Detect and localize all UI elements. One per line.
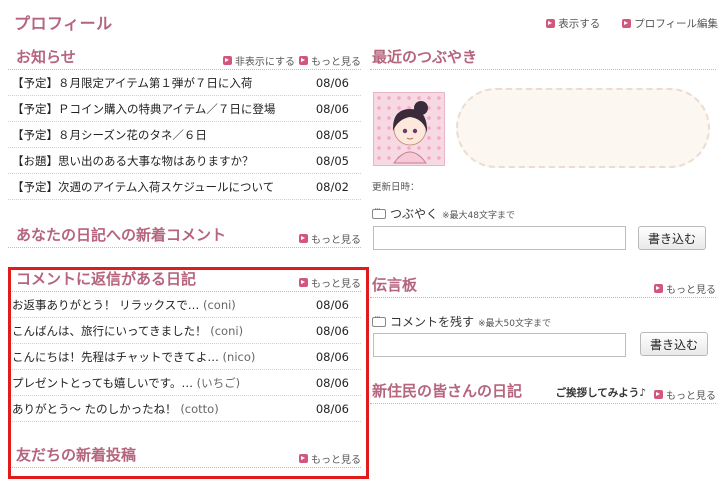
hide-news-link[interactable]: 非表示にする <box>222 53 295 68</box>
tweets-header: 最近のつぶやき <box>370 40 716 70</box>
tweet-label-text: つぶやく <box>390 207 439 221</box>
board-comment-label-text: コメントを残す <box>390 315 475 329</box>
residents-greeting: ご挨拶してみよう♪ <box>555 387 646 399</box>
news-item-date: 08/02 <box>315 179 349 194</box>
diary-comments-links: もっと見る <box>299 231 361 246</box>
tweets-title: 最近のつぶやき <box>372 48 478 66</box>
arrow-right-icon <box>299 56 308 65</box>
news-list: 【予定】８月限定アイテム第１弾が７日に入荷 08/06 【予定】Ｐコイン購入の特典… <box>8 70 361 200</box>
right-column: 最近のつぶやき 更新日時： つぶやく ※最大48文字まで 書き込む 伝言板 もっ… <box>370 40 716 404</box>
news-links: 非表示にする もっと見る <box>222 53 361 68</box>
page-title: プロフィール <box>14 14 113 33</box>
more-news-label: もっと見る <box>311 57 361 68</box>
tweet-bubble <box>456 88 710 168</box>
residents-header: 新住民の皆さんの日記 ご挨拶してみよう♪ もっと見る <box>370 374 716 404</box>
tweet-input[interactable] <box>373 226 626 250</box>
news-item[interactable]: 【予定】Ｐコイン購入の特典アイテム／７日に登場 08/06 <box>8 96 361 122</box>
arrow-right-icon <box>654 284 663 293</box>
news-item-text: 【予定】Ｐコイン購入の特典アイテム／７日に登場 <box>12 101 276 116</box>
speech-bubble-icon <box>372 313 386 327</box>
news-item[interactable]: 【予定】次週のアイテム入荷スケジュールについて 08/02 <box>8 174 361 200</box>
news-item-date: 08/06 <box>315 101 349 116</box>
board-header: 伝言板 もっと見る <box>370 268 716 298</box>
more-diary-comments-link[interactable]: もっと見る <box>299 231 361 246</box>
edit-profile-label: プロフィール編集 <box>634 18 718 30</box>
left-column: お知らせ 非表示にする もっと見る 【予定】８月限定アイテム第１弾が７日に入荷 0… <box>8 40 369 479</box>
highlight-frame <box>8 267 369 479</box>
avatar-character-icon <box>392 101 428 164</box>
news-item-text: 【予定】８月シーズン花のタネ／６日 <box>12 127 207 142</box>
news-item-text: 【お題】思い出のある大事な物はありますか？ <box>12 153 254 168</box>
board-submit-button[interactable]: 書き込む <box>640 332 708 356</box>
arrow-right-icon <box>546 19 556 28</box>
hide-news-label: 非表示にする <box>234 57 295 68</box>
board-comment-input[interactable] <box>373 333 626 357</box>
residents-title: 新住民の皆さんの日記 <box>372 382 523 400</box>
speech-bubble-icon <box>372 205 386 219</box>
residents-links: ご挨拶してみよう♪ もっと見る <box>556 387 716 402</box>
show-profile-link[interactable]: 表示する <box>546 16 600 31</box>
board-title: 伝言板 <box>372 276 418 294</box>
news-item-text: 【予定】次週のアイテム入荷スケジュールについて <box>12 179 275 194</box>
board-limit-note: ※最大50文字まで <box>478 319 552 329</box>
news-item[interactable]: 【予定】８月シーズン花のタネ／６日 08/05 <box>8 122 361 148</box>
news-item-date: 08/05 <box>315 127 349 142</box>
arrow-right-icon <box>654 390 663 399</box>
updated-label: 更新日時： <box>372 182 420 193</box>
news-header: お知らせ 非表示にする もっと見る <box>8 40 361 70</box>
diary-comments-title: あなたの日記への新着コメント <box>16 226 227 244</box>
more-news-link[interactable]: もっと見る <box>299 53 361 68</box>
more-residents-link[interactable]: もっと見る <box>654 387 716 402</box>
more-board-label: もっと見る <box>666 285 716 296</box>
news-item-date: 08/05 <box>315 153 349 168</box>
avatar[interactable] <box>373 92 445 166</box>
arrow-right-icon <box>222 56 232 65</box>
board-comment-label: コメントを残す ※最大50文字まで <box>372 313 551 330</box>
arrow-right-icon <box>299 234 308 243</box>
tweet-submit-button[interactable]: 書き込む <box>638 226 706 250</box>
tweet-limit-note: ※最大48文字まで <box>442 211 516 221</box>
arrow-right-icon <box>622 19 632 28</box>
news-item[interactable]: 【予定】８月限定アイテム第１弾が７日に入荷 08/06 <box>8 70 361 96</box>
more-diary-comments-label: もっと見る <box>311 235 361 246</box>
more-board-link[interactable]: もっと見る <box>654 281 716 296</box>
edit-profile-link[interactable]: プロフィール編集 <box>622 16 718 31</box>
news-item-date: 08/06 <box>315 75 349 90</box>
profile-links: 表示する プロフィール編集 <box>546 16 718 31</box>
board-links: もっと見る <box>654 281 716 296</box>
diary-comments-header: あなたの日記への新着コメント もっと見る <box>8 218 361 248</box>
news-item[interactable]: 【お題】思い出のある大事な物はありますか？ 08/05 <box>8 148 361 174</box>
more-residents-label: もっと見る <box>666 391 716 402</box>
news-item-text: 【予定】８月限定アイテム第１弾が７日に入荷 <box>12 75 253 90</box>
tweet-label: つぶやく ※最大48文字まで <box>372 205 515 222</box>
show-profile-label: 表示する <box>558 18 601 30</box>
news-title: お知らせ <box>16 48 76 66</box>
